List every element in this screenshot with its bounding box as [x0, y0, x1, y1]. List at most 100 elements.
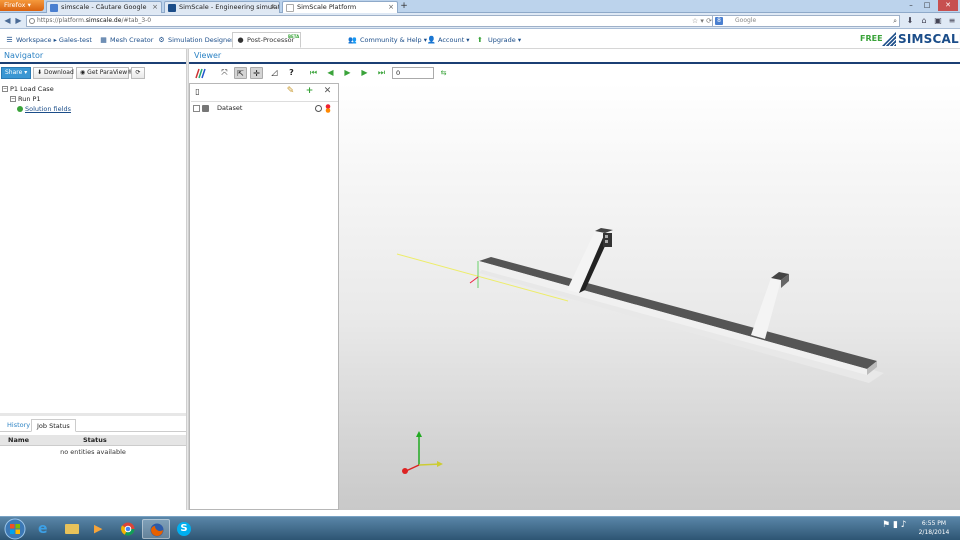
system-tray[interactable]: ⚑ ▮ ♪: [882, 520, 907, 530]
close-icon[interactable]: ×: [270, 2, 276, 13]
workspace-icon: ☰: [6, 36, 13, 44]
get-paraview-button[interactable]: ◉ Get ParaView®: [76, 67, 133, 79]
share-button[interactable]: Share ▾: [1, 67, 31, 79]
color-ball-icon[interactable]: [324, 104, 332, 113]
navigator-title: Navigator: [4, 51, 44, 60]
home-icon[interactable]: ⌂: [918, 15, 930, 26]
add-icon[interactable]: +: [303, 85, 316, 98]
fit-icon: ⤧: [221, 68, 228, 77]
menu-community-label: Community & Help ▾: [360, 36, 427, 44]
beam-model-render[interactable]: [339, 83, 960, 510]
menu-community-help[interactable]: 👥 Community & Help ▾: [348, 33, 427, 47]
close-icon[interactable]: ×: [152, 2, 158, 13]
browser-titlebar: Firefox ▾ simscale - Căutare Google × Si…: [0, 0, 960, 13]
refresh-button[interactable]: ⟳: [131, 67, 145, 79]
phone-icon[interactable]: ▯: [191, 85, 204, 98]
bookmark-star-icon[interactable]: ☆ ▾ ⟳: [692, 16, 712, 26]
select-radio[interactable]: [315, 105, 322, 112]
last-frame-icon: ⏭: [377, 68, 386, 77]
browser-tab-platform[interactable]: SimScale Platform ×: [282, 1, 398, 13]
maximize-button[interactable]: □: [920, 0, 934, 11]
tab-job-status[interactable]: Job Status: [31, 419, 76, 432]
tray-network-icon[interactable]: ▮: [893, 520, 898, 530]
ruler-tool[interactable]: ◿: [268, 67, 281, 79]
firefox-menu-button[interactable]: Firefox ▾: [0, 0, 44, 11]
edit-pencil-icon[interactable]: ✎: [284, 85, 297, 98]
3d-viewport[interactable]: [339, 83, 960, 510]
loop-icon: ⇆: [440, 69, 447, 77]
tab-mesh-creator[interactable]: ▦ Mesh Creator: [98, 33, 153, 47]
taskbar-explorer[interactable]: [58, 519, 86, 539]
play-button[interactable]: ▶: [341, 67, 354, 79]
globe-icon: [29, 18, 35, 24]
column-status[interactable]: Status: [83, 436, 107, 444]
minimize-button[interactable]: –: [904, 0, 918, 11]
tab-workspace[interactable]: ☰ Workspace ▸ Gales-test: [4, 33, 92, 47]
chrome-icon: [121, 522, 135, 536]
windows-start-icon[interactable]: [2, 518, 28, 540]
pipeline-row-dataset[interactable]: Dataset: [191, 101, 338, 114]
collapse-icon[interactable]: −: [10, 96, 16, 102]
new-tab-button[interactable]: +: [398, 1, 410, 12]
taskbar-firefox[interactable]: [142, 519, 170, 539]
tray-flag-icon[interactable]: ⚑: [882, 520, 890, 530]
menu-upgrade-label: Upgrade ▾: [488, 36, 522, 44]
visibility-checkbox[interactable]: [193, 105, 200, 112]
close-icon[interactable]: ×: [388, 2, 394, 13]
beam-front-face: [479, 261, 867, 375]
download-button[interactable]: ⬇ Download: [33, 67, 74, 79]
forward-arrow-icon[interactable]: ▶: [13, 15, 24, 26]
simscale-logo-icon: [882, 32, 896, 46]
tray-volume-icon[interactable]: ♪: [901, 520, 907, 530]
frame-input[interactable]: 0: [392, 67, 434, 79]
taskbar-skype[interactable]: S: [170, 519, 198, 539]
ie-icon: e: [38, 521, 48, 537]
tree-item-run[interactable]: − Run P1: [10, 95, 41, 103]
prev-frame-button[interactable]: ◀: [324, 67, 337, 79]
menu-account[interactable]: 👤 Account ▾: [426, 33, 470, 47]
search-input[interactable]: 8 Google ⌕: [712, 15, 900, 27]
search-icon[interactable]: ⌕: [893, 16, 897, 26]
skype-icon: S: [177, 522, 191, 536]
reset-camera-tool[interactable]: ⤧: [218, 67, 231, 79]
download-icon[interactable]: ⬇: [904, 15, 916, 26]
browser-tab-google[interactable]: simscale - Căutare Google ×: [46, 1, 162, 13]
horizontal-splitter[interactable]: [0, 413, 186, 416]
delete-icon[interactable]: ✕: [321, 85, 334, 98]
last-frame-button[interactable]: ⏭: [375, 67, 388, 79]
gizmo-z-arrow: [402, 468, 408, 474]
taskbar-ie[interactable]: e: [30, 519, 58, 539]
taskbar-chrome[interactable]: [114, 519, 142, 539]
browser-tab-simscale[interactable]: SimScale - Engineering simulation in ...…: [164, 1, 280, 13]
play-icon: ▶: [344, 68, 351, 77]
crosshair-icon: ✛: [253, 69, 260, 78]
bottom-tabs: History Job Status: [0, 418, 186, 432]
collapse-icon[interactable]: −: [2, 86, 8, 92]
menu-upgrade[interactable]: ⬆ Upgrade ▾: [476, 33, 521, 47]
navigator-divider: [0, 62, 186, 64]
app-header: ☰ Workspace ▸ Gales-test ▦ Mesh Creator …: [0, 29, 960, 49]
help-tool[interactable]: ?: [285, 67, 298, 79]
loop-button[interactable]: ⇆: [437, 67, 450, 79]
back-arrow-icon[interactable]: ◀: [2, 15, 13, 26]
simscale-icon: [168, 4, 176, 12]
taskbar-media-player[interactable]: ▶: [86, 519, 114, 539]
menu-icon[interactable]: ≡: [946, 15, 958, 26]
tab-post-processor[interactable]: ● Post-Processor BETA: [232, 32, 302, 48]
probe-tool[interactable]: ✛: [250, 67, 263, 79]
url-input[interactable]: https://platform.simscale.de/#tab_3-0 ☆ …: [26, 15, 716, 27]
simscale-logo[interactable]: SIMSCALE: [882, 31, 960, 47]
next-frame-button[interactable]: ▶: [358, 67, 371, 79]
color-map-icon: [195, 68, 206, 79]
first-frame-button[interactable]: ⏮: [307, 67, 320, 79]
taskbar-clock[interactable]: 6:55 PM 2/18/2014: [912, 519, 956, 537]
tree-item-solution-fields[interactable]: Solution fields: [17, 105, 71, 113]
select-tool[interactable]: ⇱: [234, 67, 247, 79]
column-name[interactable]: Name: [8, 436, 29, 444]
download-icon: ⬇: [37, 69, 43, 76]
color-legend-tool[interactable]: [194, 67, 207, 79]
tab-simulation-designer[interactable]: ⚙ Simulation Designer: [156, 33, 233, 47]
close-window-button[interactable]: ✕: [938, 0, 958, 11]
addon-icon[interactable]: ▣: [932, 15, 944, 26]
tree-item-load-case[interactable]: − P1 Load Case: [2, 85, 54, 93]
